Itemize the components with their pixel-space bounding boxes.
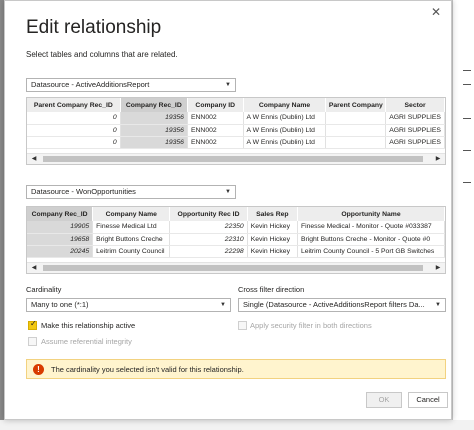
edit-relationship-dialog: Edit relationship ✕ Select tables and co… bbox=[4, 0, 452, 420]
dialog-subtitle: Select tables and columns that are relat… bbox=[26, 50, 178, 59]
table-cell: 19905 bbox=[27, 221, 94, 234]
table-cell: ENN002 bbox=[187, 136, 244, 149]
table-cell: 0 bbox=[27, 124, 121, 137]
table-cell: Leitrim County Council - 5 Port GB Switc… bbox=[297, 245, 445, 258]
background-bottom-strip bbox=[0, 420, 474, 430]
cardinality-select[interactable]: Many to one (*:1) ▼ bbox=[26, 298, 231, 312]
scroll-left-icon[interactable]: ◀ bbox=[29, 263, 39, 273]
cross-filter-select-value: Single (Datasource - ActiveAdditionsRepo… bbox=[243, 300, 425, 309]
table2-column-header[interactable]: Opportunity Rec ID bbox=[169, 207, 248, 221]
table2-preview-grid: Company Rec_ID Company Name Opportunity … bbox=[26, 206, 446, 274]
dialog-title: Edit relationship bbox=[26, 17, 162, 38]
table2-column-header[interactable]: Company Name bbox=[92, 207, 171, 221]
table-cell: AGRI SUPPLIES bbox=[385, 112, 445, 125]
cross-filter-select[interactable]: Single (Datasource - ActiveAdditionsRepo… bbox=[238, 298, 446, 312]
cross-filter-label: Cross filter direction bbox=[238, 285, 305, 294]
table-cell: 19658 bbox=[27, 233, 94, 246]
table-row: 19658 Bright Buttons Creche 22310 Kevin … bbox=[27, 233, 445, 246]
background-tick bbox=[463, 118, 471, 119]
table2-column-header-selected[interactable]: Company Rec_ID bbox=[27, 207, 94, 221]
scroll-right-icon[interactable]: ▶ bbox=[433, 263, 443, 273]
table2-column-header[interactable]: Sales Rep bbox=[247, 207, 298, 221]
table-cell bbox=[325, 112, 387, 125]
table-row: 0 19356 ENN002 A W Ennis (Dublin) Ltd AG… bbox=[27, 124, 445, 137]
table1-column-header[interactable]: Company ID bbox=[187, 98, 244, 112]
scrollbar-thumb[interactable] bbox=[43, 265, 423, 271]
cardinality-label: Cardinality bbox=[26, 285, 62, 294]
cancel-button[interactable]: Cancel bbox=[408, 392, 448, 408]
horizontal-scrollbar[interactable]: ◀ ▶ bbox=[27, 153, 445, 164]
table-cell: ENN002 bbox=[187, 112, 244, 125]
table1-column-header[interactable]: Parent Company Rec_ID bbox=[27, 98, 121, 112]
table-row: 20245 Leitrim County Council 22298 Kevin… bbox=[27, 245, 445, 258]
table1-selector[interactable]: Datasource - ActiveAdditionsReport ▼ bbox=[26, 78, 236, 92]
make-active-checkbox[interactable]: ✓ bbox=[28, 319, 37, 330]
table-row: 19905 Finesse Medical Ltd 22350 Kevin Hi… bbox=[27, 221, 445, 234]
assume-integrity-checkbox bbox=[28, 337, 37, 346]
table-cell: 22298 bbox=[169, 245, 248, 258]
chevron-down-icon: ▼ bbox=[225, 82, 231, 88]
close-icon[interactable]: ✕ bbox=[429, 5, 443, 19]
security-filter-label: Apply security filter in both directions bbox=[250, 321, 372, 330]
ok-button[interactable]: OK bbox=[366, 392, 402, 408]
warning-icon: ! bbox=[33, 364, 44, 375]
table-row: 0 19356 ENN002 A W Ennis (Dublin) Ltd AG… bbox=[27, 136, 445, 149]
table2-selector-value: Datasource - WonOpportunities bbox=[31, 187, 136, 196]
table-cell: Bright Buttons Creche bbox=[92, 233, 171, 246]
assume-integrity-label: Assume referential integrity bbox=[41, 337, 132, 346]
table-cell: 22310 bbox=[169, 233, 248, 246]
table-cell: Kevin Hickey bbox=[247, 233, 298, 246]
table-cell: Finesse Medical Ltd bbox=[92, 221, 171, 234]
make-active-label: Make this relationship active bbox=[41, 321, 136, 330]
table-cell: Bright Buttons Creche - Monitor - Quote … bbox=[297, 233, 445, 246]
table-cell: Leitrim County Council bbox=[92, 245, 171, 258]
table-cell: A W Ennis (Dublin) Ltd bbox=[243, 124, 327, 137]
table-cell: 19356 bbox=[120, 112, 188, 125]
table-cell: Kevin Hickey bbox=[247, 245, 298, 258]
warning-text: The cardinality you selected isn't valid… bbox=[51, 365, 244, 374]
security-filter-checkbox bbox=[238, 321, 247, 330]
table-cell: AGRI SUPPLIES bbox=[385, 136, 445, 149]
table-cell: 19356 bbox=[120, 136, 188, 149]
scroll-right-icon[interactable]: ▶ bbox=[433, 154, 443, 164]
chevron-down-icon: ▼ bbox=[220, 299, 226, 311]
background-tick bbox=[463, 182, 471, 183]
scroll-left-icon[interactable]: ◀ bbox=[29, 154, 39, 164]
checkmark-icon: ✓ bbox=[30, 319, 37, 328]
scrollbar-thumb[interactable] bbox=[43, 156, 423, 162]
table-cell: 0 bbox=[27, 136, 121, 149]
table1-column-header[interactable]: Sector bbox=[385, 98, 445, 112]
table1-column-header[interactable]: Parent Company bbox=[325, 98, 387, 112]
table-cell: A W Ennis (Dublin) Ltd bbox=[243, 136, 327, 149]
table-cell: Kevin Hickey bbox=[247, 221, 298, 234]
cardinality-select-value: Many to one (*:1) bbox=[31, 300, 89, 309]
horizontal-scrollbar[interactable]: ◀ ▶ bbox=[27, 262, 445, 273]
cardinality-warning: ! The cardinality you selected isn't val… bbox=[26, 359, 446, 379]
table-cell: 0 bbox=[27, 112, 121, 125]
table-cell bbox=[325, 124, 387, 137]
background-report-strip bbox=[452, 0, 474, 430]
chevron-down-icon: ▼ bbox=[435, 299, 441, 311]
table-row: 0 19356 ENN002 A W Ennis (Dublin) Ltd AG… bbox=[27, 112, 445, 125]
table-cell: 19356 bbox=[120, 124, 188, 137]
table-cell: 20245 bbox=[27, 245, 94, 258]
table-cell: A W Ennis (Dublin) Ltd bbox=[243, 112, 327, 125]
table2-column-header[interactable]: Opportunity Name bbox=[297, 207, 445, 221]
chevron-down-icon: ▼ bbox=[225, 189, 231, 195]
table-cell: 22350 bbox=[169, 221, 248, 234]
background-tick bbox=[463, 84, 471, 85]
table-cell: Finesse Medical - Monitor - Quote #03338… bbox=[297, 221, 445, 234]
table1-column-header-selected[interactable]: Company Rec_ID bbox=[120, 98, 188, 112]
table1-column-header[interactable]: Company Name bbox=[243, 98, 327, 112]
table1-selector-value: Datasource - ActiveAdditionsReport bbox=[31, 80, 150, 89]
table1-preview-grid: Parent Company Rec_ID Company Rec_ID Com… bbox=[26, 97, 446, 165]
table-cell: ENN002 bbox=[187, 124, 244, 137]
table-cell: AGRI SUPPLIES bbox=[385, 124, 445, 137]
background-tick bbox=[463, 150, 471, 151]
background-tick bbox=[463, 70, 471, 71]
table-cell bbox=[325, 136, 387, 149]
table2-selector[interactable]: Datasource - WonOpportunities ▼ bbox=[26, 185, 236, 199]
